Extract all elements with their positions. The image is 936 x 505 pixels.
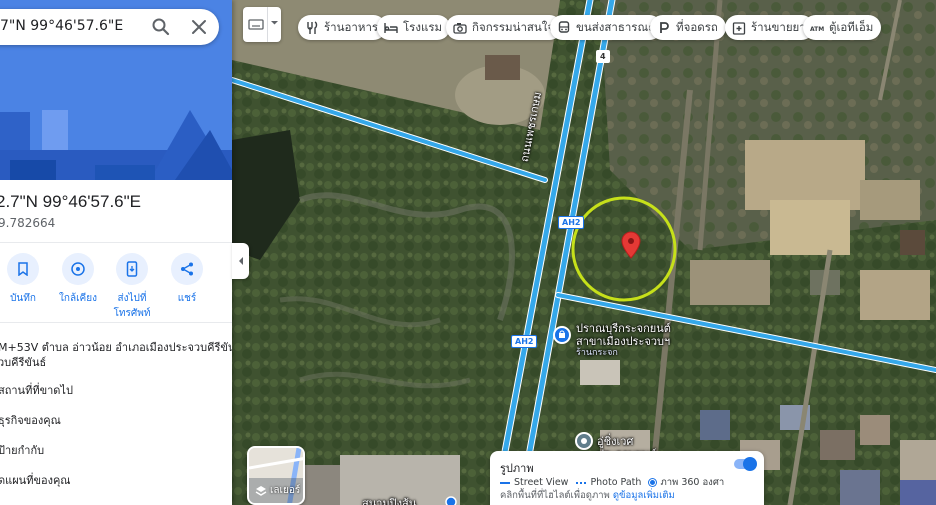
nearby-button[interactable]: ใกล้เคียง <box>52 253 104 306</box>
save-button[interactable]: บันทึก <box>0 253 49 306</box>
legend-street-view: Street View <box>500 477 568 488</box>
chip-transit[interactable]: ขนส่งสาธารณะ <box>550 15 663 40</box>
chip-label: ขนส่งสาธารณะ <box>576 19 655 34</box>
layers-icon <box>255 485 267 496</box>
address-line2[interactable]: วบคีรีขันธ์ <box>0 354 46 371</box>
add-missing-place-link[interactable]: สถานที่ที่ขาดไป <box>0 382 73 399</box>
chevron-left-icon <box>238 257 243 265</box>
hero-illustration: 7"N 99°46'57.6"E <box>0 0 232 180</box>
divider <box>0 322 232 323</box>
camera-icon <box>453 21 467 35</box>
chip-label: โรงแรม <box>403 19 443 34</box>
svg-text:ATM: ATM <box>810 26 824 33</box>
street-view-note: คลิกพื้นที่ที่ไฮไลต์เพื่อดูภาพ ดูข้อมูลเ… <box>500 490 675 501</box>
street-view-card: รูปภาพ Street View Photo Path ภาพ 360 อง… <box>490 451 764 505</box>
layers-label: เลเยอร์ <box>270 485 301 496</box>
share-label: แชร์ <box>177 293 197 304</box>
bookmark-icon <box>18 262 28 276</box>
add-your-business-link[interactable]: ธุรกิจของคุณ <box>0 412 61 429</box>
chip-parking[interactable]: ที่จอดรถ <box>650 15 726 40</box>
send-to-phone-button[interactable]: ส่งไปที่ โทรศัพท์ <box>106 253 158 321</box>
learn-more-link[interactable]: ดูข้อมูลเพิ่มเติม <box>613 490 675 501</box>
street-view-toggle[interactable] <box>734 457 757 471</box>
chip-things-to-do[interactable]: กิจกรรมน่าสนใจ <box>446 15 563 40</box>
chevron-down-icon <box>271 21 278 25</box>
nearby-icon <box>71 262 85 276</box>
parking-icon <box>657 21 671 35</box>
improve-map-link[interactable]: ดแผนที่ของคุณ <box>0 472 71 489</box>
share-icon <box>181 262 193 276</box>
poi-1-category: ร้านกระจก <box>576 348 618 358</box>
nearby-label: ใกล้เคียง <box>59 293 97 304</box>
chip-label: ตู้เอทีเอ็ม <box>829 19 874 34</box>
legend-photo-path: Photo Path <box>576 477 641 488</box>
chip-pharmacy[interactable]: ร้านขายยา <box>725 15 814 40</box>
divider <box>0 242 232 243</box>
input-tools-button[interactable] <box>243 7 281 42</box>
send-to-phone-label: ส่งไปที่ โทรศัพท์ <box>113 293 151 319</box>
chip-label: ร้านอาหาร <box>324 19 379 34</box>
chip-restaurants[interactable]: ร้านอาหาร <box>298 15 387 40</box>
send-to-phone-icon <box>126 261 138 277</box>
highway-number-shield: 4 <box>596 50 610 63</box>
collapse-panel-button[interactable] <box>232 243 249 279</box>
layers-button[interactable]: เลเยอร์ <box>247 446 305 505</box>
chip-label: กิจกรรมน่าสนใจ <box>472 19 555 34</box>
route-shield-2: AH2 <box>511 335 538 348</box>
atm-icon: ATM <box>810 21 824 35</box>
close-icon[interactable] <box>189 17 209 37</box>
poi-pin-icon-2 <box>575 432 593 450</box>
chip-hotels[interactable]: โรงแรม <box>377 15 451 40</box>
search-input[interactable]: 7"N 99°46'57.6"E <box>0 18 123 34</box>
chip-label: ร้านขายยา <box>751 19 806 34</box>
chip-atm[interactable]: ATM ตู้เอทีเอ็ม <box>803 15 882 40</box>
chip-label: ที่จอดรถ <box>676 19 718 34</box>
keyboard-icon <box>248 19 264 30</box>
route-shield: AH2 <box>558 216 585 229</box>
share-button[interactable]: แชร์ <box>161 253 213 306</box>
bottom-place-label[interactable]: สนามปิงส้น <box>362 494 416 505</box>
place-title: 2.7"N 99°46'57.6"E <box>0 192 141 211</box>
place-panel: 7"N 99°46'57.6"E 2.7"N 99°46'57.6"E 9.78… <box>0 0 232 505</box>
place-coordinates: 9.782664 <box>0 216 56 230</box>
search-box[interactable]: 7"N 99°46'57.6"E <box>0 9 219 45</box>
fork-knife-icon <box>305 20 319 35</box>
bed-icon <box>384 21 398 35</box>
add-label-link[interactable]: ป้ายกำกับ <box>0 442 44 459</box>
save-label: บันทึก <box>10 293 36 304</box>
pharmacy-icon <box>732 21 746 35</box>
bus-icon <box>557 20 571 35</box>
search-icon[interactable] <box>151 17 171 37</box>
poi-pin-icon <box>553 326 571 344</box>
